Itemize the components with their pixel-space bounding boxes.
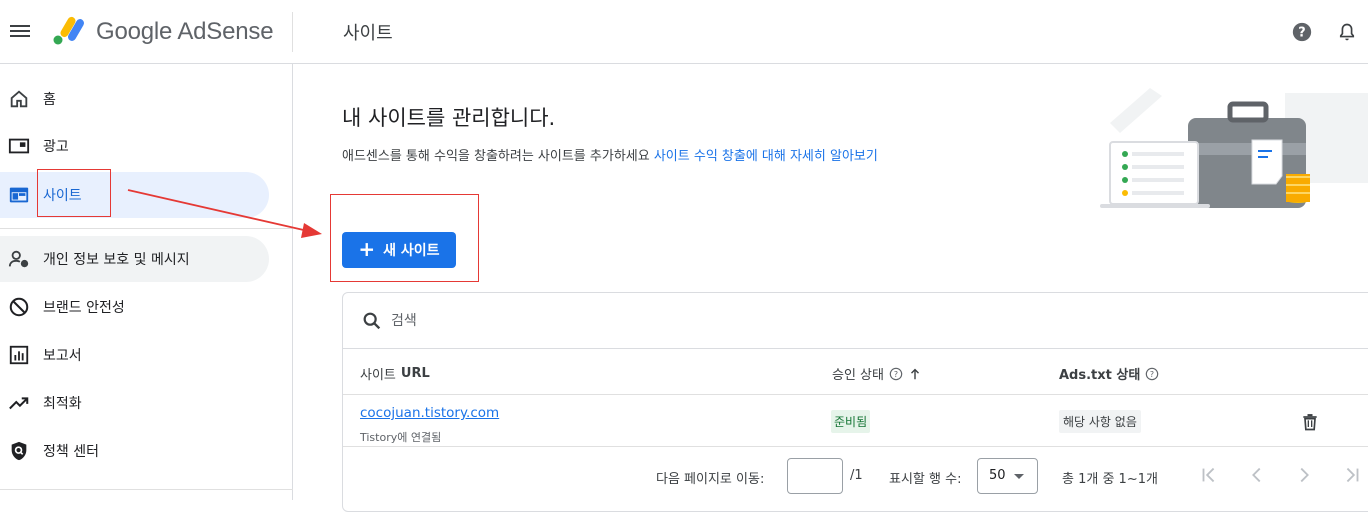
rows-per-page-value: 50	[989, 468, 1006, 483]
goto-page-input[interactable]	[787, 458, 843, 494]
table-row: cocojuan.tistory.com Tistory에 연결됨 준비됨 해당…	[343, 395, 1368, 447]
svg-text:?: ?	[894, 370, 898, 379]
ads-icon	[8, 138, 30, 154]
sidebar-item-reports[interactable]: 보고서	[0, 332, 269, 378]
col-site-url-label: 사이트	[360, 368, 396, 383]
annotation-highlight-sites	[37, 169, 111, 217]
svg-text:?: ?	[1298, 26, 1305, 41]
sites-illustration	[1100, 88, 1368, 208]
menu-icon[interactable]	[10, 22, 30, 40]
brand-name: Google AdSense	[96, 18, 274, 45]
sidebar-item-label: 개인 정보 보호 및 메시지	[43, 252, 190, 268]
sidebar-item-label: 보고서	[43, 348, 82, 364]
col-site-url-label-bold: URL	[400, 366, 430, 381]
privacy-icon	[8, 250, 29, 268]
col-ads-txt-label: Ads.txt 상태	[1059, 368, 1141, 383]
previous-page-icon[interactable]	[1246, 464, 1268, 486]
help-icon[interactable]: ?	[1291, 21, 1313, 43]
sidebar-divider	[0, 489, 293, 490]
search-input[interactable]	[391, 309, 791, 333]
annotation-highlight-new-site	[330, 194, 479, 282]
svg-text:?: ?	[1150, 370, 1154, 379]
page-headline: 내 사이트를 관리합니다.	[342, 106, 556, 130]
ads-txt-status-badge: 해당 사항 없음	[1059, 410, 1141, 433]
dropdown-caret-icon	[1014, 474, 1024, 479]
home-icon	[10, 90, 28, 108]
last-page-icon[interactable]	[1341, 464, 1363, 486]
sidebar-item-brand-safety[interactable]: 브랜드 안전성	[0, 284, 269, 330]
sidebar-item-label: 브랜드 안전성	[43, 300, 125, 316]
col-ads-txt-status: Ads.txt 상태 ?	[1059, 364, 1159, 383]
help-outline-icon[interactable]: ?	[889, 367, 903, 381]
help-outline-icon[interactable]: ?	[1145, 367, 1159, 381]
notifications-bell-icon[interactable]	[1337, 21, 1357, 43]
rows-per-page-label: 표시할 행 수:	[889, 472, 962, 487]
sidebar-item-label: 최적화	[43, 396, 82, 412]
site-connection-text: Tistory에 연결됨	[360, 431, 442, 444]
policy-icon	[11, 441, 27, 461]
sidebar-item-privacy[interactable]: 개인 정보 보호 및 메시지	[0, 236, 269, 282]
sidebar-item-label: 광고	[43, 139, 69, 155]
sidebar: 홈 광고 사이트 개인 정보 보호 및 메시지 브랜드 안전성 보고서 최적화 …	[0, 64, 293, 500]
search-bar	[343, 293, 1368, 349]
rows-per-page-select[interactable]: 50	[977, 458, 1038, 494]
report-icon	[9, 345, 29, 365]
sites-icon	[9, 187, 29, 203]
site-url-link[interactable]: cocojuan.tistory.com	[360, 405, 499, 421]
description-text: 애드센스를 통해 수익을 창출하려는 사이트를 추가하세요	[342, 149, 654, 164]
col-approval-label: 승인 상태	[832, 368, 884, 383]
block-icon	[9, 297, 29, 317]
sidebar-item-home[interactable]: 홈	[0, 76, 269, 122]
sidebar-item-label: 홈	[43, 92, 56, 108]
col-approval-status[interactable]: 승인 상태 ?	[832, 364, 922, 383]
table-pagination: 다음 페이지로 이동: /1 표시할 행 수: 50 총 1개 중 1~1개	[343, 447, 1368, 501]
learn-more-link[interactable]: 사이트 수익 창출에 대해 자세히 알아보기	[654, 149, 878, 164]
sidebar-item-label: 정책 센터	[43, 444, 99, 460]
approval-status-badge: 준비됨	[831, 410, 871, 433]
pagination-range: 총 1개 중 1~1개	[1062, 472, 1158, 487]
sidebar-item-ads[interactable]: 광고	[0, 123, 269, 169]
col-site-url: 사이트 URL	[360, 364, 430, 383]
top-app-bar: Google AdSense 사이트 ?	[0, 0, 1368, 64]
sidebar-item-policy[interactable]: 정책 센터	[0, 428, 269, 474]
table-header: 사이트 URL 승인 상태 ? Ads.txt 상태 ?	[343, 349, 1368, 395]
page-description: 애드센스를 통해 수익을 창출하려는 사이트를 추가하세요 사이트 수익 창출에…	[342, 145, 878, 164]
first-page-icon[interactable]	[1198, 464, 1220, 486]
adsense-logo	[53, 16, 84, 45]
search-icon	[363, 312, 381, 330]
next-page-icon[interactable]	[1293, 464, 1315, 486]
sort-ascending-icon[interactable]	[908, 367, 922, 381]
delete-icon[interactable]	[1300, 411, 1320, 433]
page-title: 사이트	[343, 23, 393, 44]
topbar-divider	[292, 12, 293, 52]
sites-table-card: 사이트 URL 승인 상태 ? Ads.txt 상태 ? cocojuan.tis…	[342, 292, 1368, 512]
page-total: /1	[850, 468, 863, 483]
trending-icon	[9, 397, 29, 410]
sidebar-item-optimization[interactable]: 최적화	[0, 380, 269, 426]
sidebar-divider	[0, 228, 293, 229]
goto-page-label: 다음 페이지로 이동:	[656, 472, 765, 487]
